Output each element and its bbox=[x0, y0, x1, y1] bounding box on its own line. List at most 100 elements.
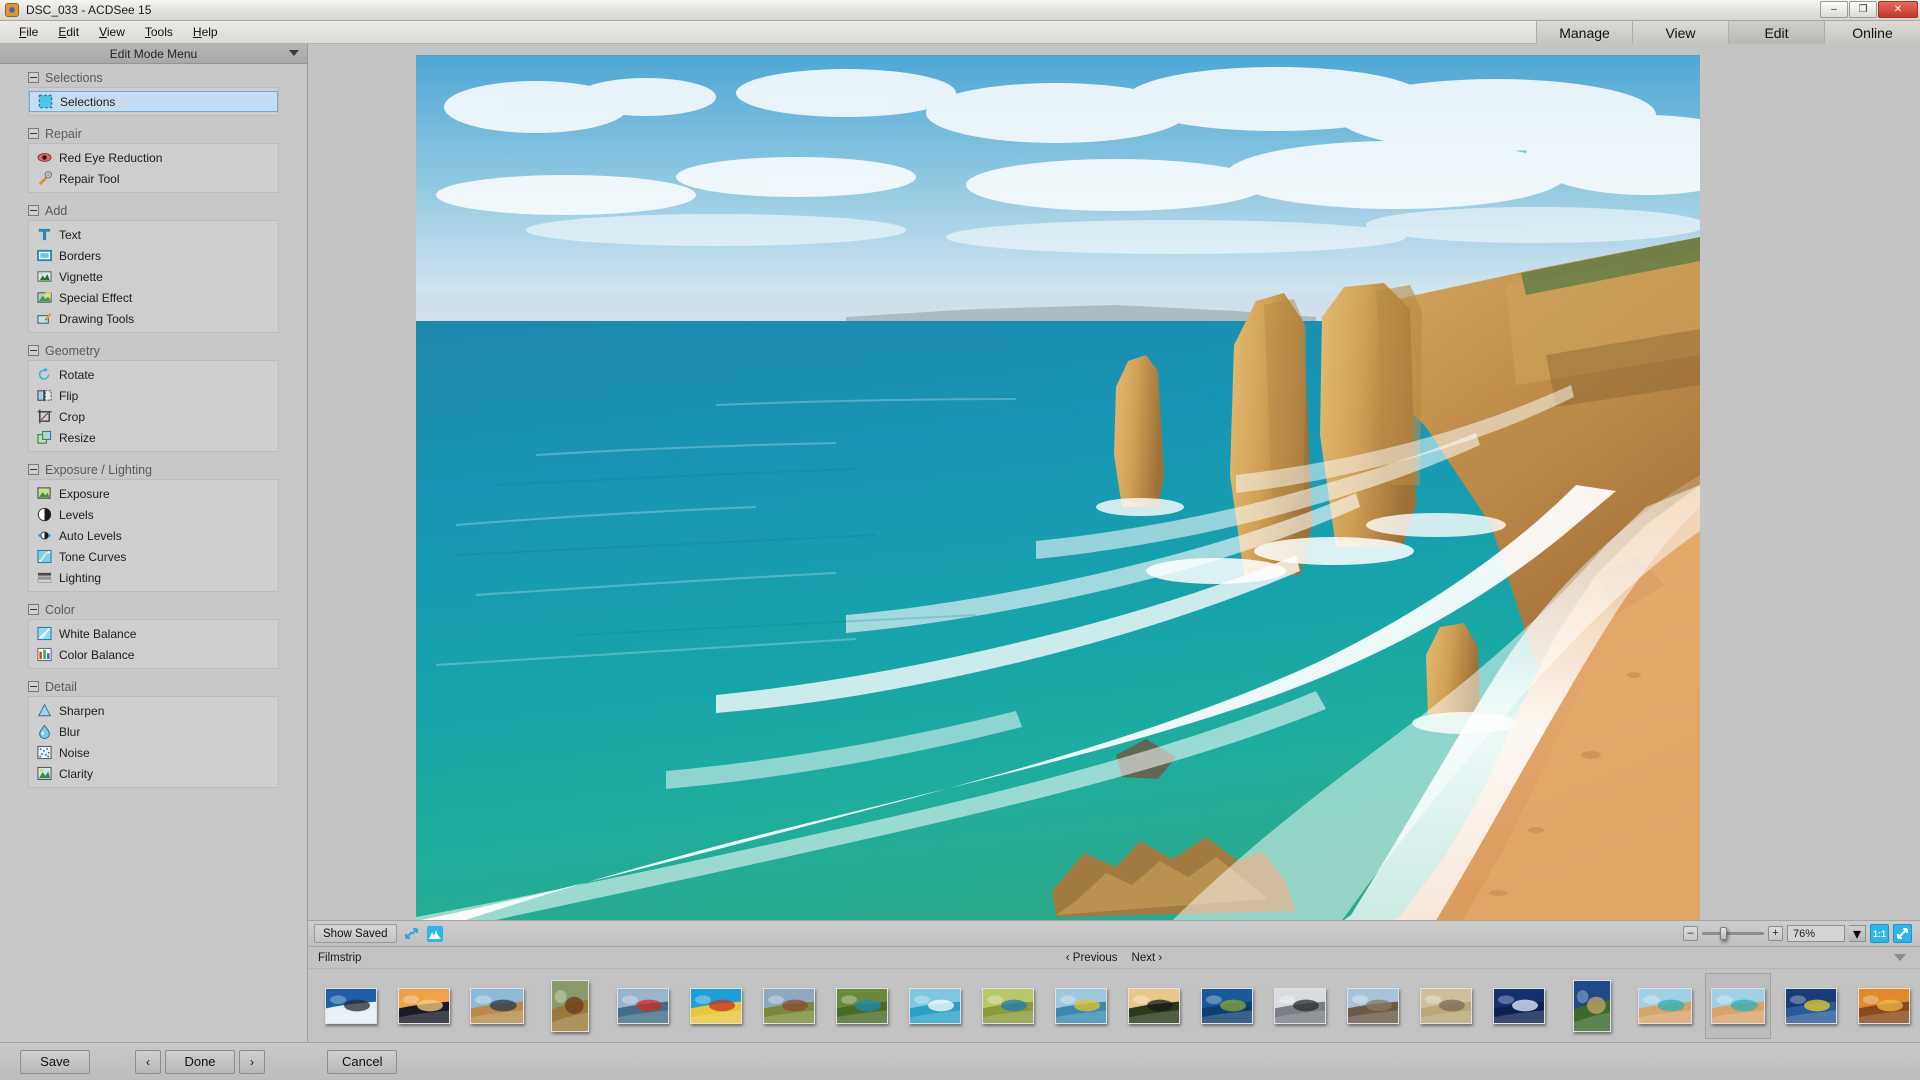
thumbnail-rock-climber-on-cliff[interactable] bbox=[1347, 987, 1399, 1024]
edited-photo[interactable] bbox=[416, 55, 1700, 920]
tool-exposure[interactable]: Exposure bbox=[29, 483, 278, 504]
tool-text[interactable]: Text bbox=[29, 224, 278, 245]
actual-size-button[interactable]: 1:1 bbox=[1870, 924, 1889, 943]
tool-white-balance[interactable]: White Balance bbox=[29, 623, 278, 644]
thumbnail-cell[interactable] bbox=[975, 973, 1041, 1039]
maximize-button[interactable]: ❐ bbox=[1849, 1, 1877, 18]
thumbnail-cell[interactable] bbox=[1267, 973, 1333, 1039]
tool-crop[interactable]: Crop bbox=[29, 406, 278, 427]
tool-sharpen[interactable]: Sharpen bbox=[29, 700, 278, 721]
thumbnail-kingfisher-on-branch[interactable] bbox=[836, 987, 888, 1024]
menu-tools[interactable]: Tools bbox=[136, 22, 182, 42]
cancel-button[interactable]: Cancel bbox=[327, 1049, 398, 1074]
thumbnail-cell[interactable] bbox=[902, 973, 968, 1039]
tool-lighting[interactable]: Lighting bbox=[29, 567, 278, 588]
image-canvas-area[interactable]: Current ✕ ✔ R ✔ G ✔ bbox=[308, 44, 1920, 920]
zoom-level-field[interactable]: 76% bbox=[1787, 925, 1845, 942]
zoom-out-button[interactable]: – bbox=[1683, 926, 1698, 941]
show-saved-button[interactable]: Show Saved bbox=[314, 924, 397, 943]
zoom-slider-thumb[interactable] bbox=[1720, 927, 1727, 940]
group-header[interactable]: Detail bbox=[28, 677, 279, 696]
tool-resize[interactable]: Resize bbox=[29, 427, 278, 448]
tab-edit[interactable]: Edit bbox=[1728, 21, 1824, 44]
thumbnail-cell[interactable] bbox=[1048, 973, 1114, 1039]
thumbnail-pier-walkway-at-dusk[interactable] bbox=[470, 987, 524, 1024]
thumbnail-cell[interactable] bbox=[1778, 973, 1844, 1039]
thumbnail-surfer-riding-wave[interactable] bbox=[1055, 987, 1107, 1024]
compare-arrows-icon[interactable] bbox=[402, 924, 421, 943]
thumbnail-two-bee-eater-birds[interactable] bbox=[982, 987, 1034, 1024]
group-header[interactable]: Add bbox=[28, 201, 279, 220]
group-header[interactable]: Exposure / Lighting bbox=[28, 460, 279, 479]
thumbnail-windsurfer-on-turquoise-sea[interactable] bbox=[909, 987, 961, 1024]
tool-drawing-tools[interactable]: Drawing Tools bbox=[29, 308, 278, 329]
tool-repair-tool[interactable]: Repair Tool bbox=[29, 168, 278, 189]
group-header[interactable]: Color bbox=[28, 600, 279, 619]
minimize-button[interactable]: – bbox=[1820, 1, 1848, 18]
thumbnail-sea-turtle-underwater[interactable] bbox=[1201, 987, 1253, 1024]
collapse-minus-icon[interactable] bbox=[28, 464, 39, 475]
tool-color-balance[interactable]: Color Balance bbox=[29, 644, 278, 665]
tool-auto-levels[interactable]: Auto Levels bbox=[29, 525, 278, 546]
panel-header[interactable]: Edit Mode Menu bbox=[0, 44, 307, 64]
group-header[interactable]: Selections bbox=[28, 68, 279, 87]
zoom-slider[interactable] bbox=[1702, 926, 1764, 941]
thumbnail-dandelion-on-blue[interactable] bbox=[1493, 987, 1545, 1024]
thumbnail-cell[interactable] bbox=[1194, 973, 1260, 1039]
thumbnail-cell[interactable] bbox=[1851, 973, 1917, 1039]
tool-noise[interactable]: Noise bbox=[29, 742, 278, 763]
thumbnail-bodyboarder-in-barrel-wave[interactable] bbox=[1785, 987, 1837, 1024]
tab-view[interactable]: View bbox=[1632, 21, 1728, 44]
collapse-minus-icon[interactable] bbox=[28, 681, 39, 692]
thumbnail-strip[interactable] bbox=[308, 969, 1920, 1042]
close-button[interactable]: ✕ bbox=[1878, 1, 1918, 18]
thumbnail-skier-on-snow-slope[interactable] bbox=[325, 987, 377, 1024]
tool-blur[interactable]: Blur bbox=[29, 721, 278, 742]
tool-selections[interactable]: Selections bbox=[29, 91, 278, 112]
tool-borders[interactable]: Borders bbox=[29, 245, 278, 266]
thumbnail-twelve-apostles-coast-a[interactable] bbox=[1638, 987, 1692, 1024]
thumbnail-cell[interactable] bbox=[1705, 972, 1771, 1039]
tool-flip[interactable]: Flip bbox=[29, 385, 278, 406]
previous-image-button[interactable]: ‹ bbox=[135, 1049, 161, 1074]
thumbnail-two-horses-in-meadow[interactable] bbox=[763, 987, 815, 1024]
chevron-down-icon[interactable] bbox=[289, 50, 299, 56]
collapse-triangle-icon[interactable] bbox=[1894, 954, 1906, 961]
collapse-minus-icon[interactable] bbox=[28, 205, 39, 216]
done-button[interactable]: Done bbox=[165, 1049, 235, 1074]
fit-to-window-button[interactable] bbox=[1893, 924, 1912, 943]
thumbnail-cell[interactable] bbox=[1340, 973, 1406, 1039]
zoom-dropdown-caret-icon[interactable]: ▾ bbox=[1849, 925, 1866, 943]
thumbnail-red-canoes-on-mountain-lake[interactable] bbox=[617, 987, 669, 1024]
thumbnail-cell[interactable] bbox=[464, 973, 530, 1039]
collapse-minus-icon[interactable] bbox=[28, 128, 39, 139]
thumbnail-cell[interactable] bbox=[683, 973, 749, 1039]
thumbnail-sunset-over-lake-silhouette[interactable] bbox=[398, 987, 450, 1024]
group-header[interactable]: Repair bbox=[28, 124, 279, 143]
thumbnail-cell[interactable] bbox=[829, 973, 895, 1039]
thumbnail-cell[interactable] bbox=[1413, 973, 1479, 1039]
thumbnail-elephant-with-calf[interactable] bbox=[1420, 987, 1472, 1024]
collapse-minus-icon[interactable] bbox=[28, 604, 39, 615]
tool-special-effect[interactable]: Special Effect bbox=[29, 287, 278, 308]
menu-help[interactable]: Help bbox=[184, 22, 227, 42]
tool-rotate[interactable]: Rotate bbox=[29, 364, 278, 385]
collapse-minus-icon[interactable] bbox=[28, 345, 39, 356]
collapse-minus-icon[interactable] bbox=[28, 72, 39, 83]
tool-clarity[interactable]: Clarity bbox=[29, 763, 278, 784]
tool-red-eye-reduction[interactable]: Red Eye Reduction bbox=[29, 147, 278, 168]
thumbnail-cell[interactable] bbox=[318, 973, 384, 1039]
thumbnail-sunrise-over-grassy-path[interactable] bbox=[1128, 987, 1180, 1024]
thumbnail-horse-in-autumn-field[interactable] bbox=[551, 979, 589, 1032]
menu-file[interactable]: File bbox=[10, 22, 47, 42]
thumbnail-cell[interactable] bbox=[537, 973, 603, 1039]
zoom-in-button[interactable]: + bbox=[1768, 926, 1783, 941]
tool-vignette[interactable]: Vignette bbox=[29, 266, 278, 287]
thumbnail-vintage-propeller-aircraft[interactable] bbox=[1274, 987, 1326, 1024]
thumbnail-autumn-forest-path[interactable] bbox=[1858, 987, 1910, 1024]
thumbnail-cell[interactable] bbox=[610, 973, 676, 1039]
tab-online[interactable]: Online bbox=[1824, 21, 1920, 44]
histogram-toggle-icon[interactable] bbox=[426, 924, 445, 943]
menu-view[interactable]: View bbox=[90, 22, 134, 42]
previous-link[interactable]: ‹ Previous bbox=[1066, 952, 1118, 964]
